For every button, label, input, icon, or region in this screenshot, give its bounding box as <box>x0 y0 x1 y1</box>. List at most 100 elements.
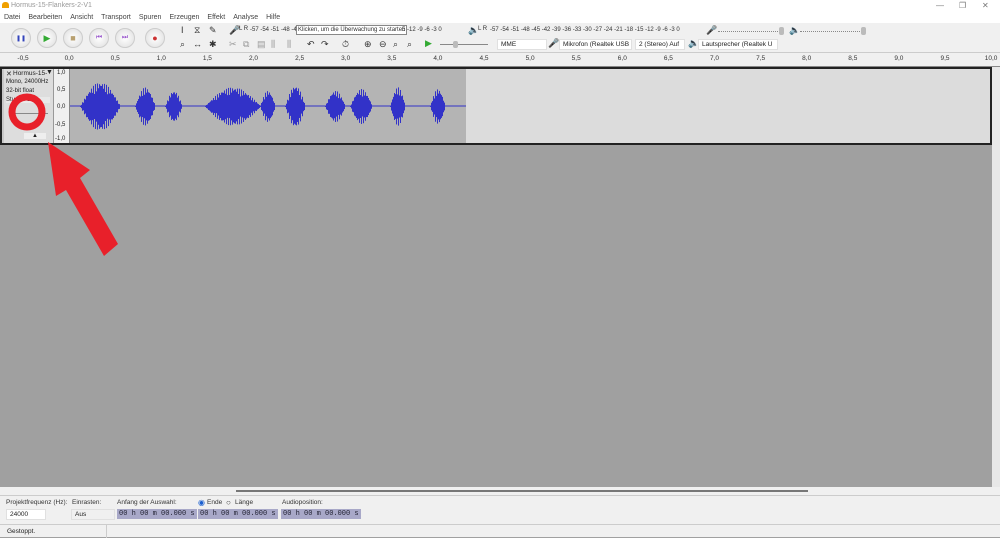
paste-icon[interactable]: ▤ <box>257 39 266 50</box>
menu-ansicht[interactable]: Ansicht <box>70 14 93 21</box>
waveform-sample <box>85 99 86 114</box>
play-speed-slider[interactable] <box>440 44 488 45</box>
draw-tool-icon[interactable]: ✎ <box>209 25 217 36</box>
waveform-sample <box>365 92 366 121</box>
waveform-sample <box>151 97 152 116</box>
waveform-sample <box>167 100 168 113</box>
waveform-sample <box>355 96 356 117</box>
stop-button[interactable]: ■ <box>63 28 83 48</box>
waveform-sample <box>84 98 85 115</box>
menu-erzeugen[interactable]: Erzeugen <box>169 14 199 21</box>
maximize-button[interactable]: ❐ <box>959 1 966 10</box>
zoom-tool-icon[interactable]: ⌕ <box>180 39 185 50</box>
waveform-sample <box>263 97 264 116</box>
horizontal-scrollbar[interactable] <box>0 487 1000 495</box>
play-button[interactable]: ▶ <box>37 28 57 48</box>
playback-volume-slider[interactable] <box>800 31 866 32</box>
record-volume-thumb[interactable] <box>779 27 784 35</box>
waveform-sample <box>437 89 438 124</box>
ruler-tick-label: 7,0 <box>709 55 720 62</box>
skip-end-button[interactable]: ⏭ <box>115 28 135 48</box>
selection-tool-icon[interactable]: I <box>181 25 184 35</box>
redo-icon[interactable]: ↷ <box>321 39 329 50</box>
menu-spuren[interactable]: Spuren <box>139 14 162 21</box>
horizontal-scroll-thumb[interactable] <box>236 490 808 492</box>
menu-hilfe[interactable]: Hilfe <box>266 14 280 21</box>
pause-button[interactable]: ❚❚ <box>11 28 31 48</box>
recording-device-select[interactable]: Mikrofon (Realtek USB , <box>559 39 632 50</box>
waveform-sample <box>261 102 262 111</box>
zoom-out-icon[interactable]: ⊖ <box>379 39 387 50</box>
play-speed-thumb[interactable] <box>453 41 458 48</box>
snap-select[interactable]: Aus <box>71 509 115 520</box>
play-meter-scale[interactable]: -57 -54 -51 -48 -45 -42 -39 -36 -33 -30 … <box>490 27 680 33</box>
menu-datei[interactable]: Datei <box>4 14 20 21</box>
sync-lock-icon[interactable]: ⏱ <box>342 39 349 50</box>
waveform-sample <box>326 103 327 110</box>
menu-bearbeiten[interactable]: Bearbeiten <box>28 14 62 21</box>
multi-tool-icon[interactable]: ✱ <box>209 39 217 50</box>
track-name-menu[interactable]: Hormus-15- <box>13 70 47 77</box>
waveform-sample <box>138 99 139 114</box>
waveform-sample <box>352 101 353 112</box>
envelope-tool-icon[interactable]: ⧖ <box>194 25 200 36</box>
channels-select[interactable]: 2 (Stereo) Auf <box>635 39 685 50</box>
playback-device-select[interactable]: Lautsprecher (Realtek U <box>698 39 778 50</box>
ruler-tick-label: 5,0 <box>525 55 535 62</box>
audio-clip[interactable] <box>70 69 466 143</box>
waveform-sample <box>139 95 140 118</box>
fit-project-icon[interactable]: ⌕ <box>407 39 412 50</box>
menu-transport[interactable]: Transport <box>101 14 131 21</box>
waveform-sample <box>442 96 443 117</box>
waveform-sample <box>221 92 222 121</box>
waveform-sample <box>166 104 167 109</box>
status-bar: Gestoppt. <box>0 524 1000 538</box>
waveform-sample <box>117 100 118 113</box>
record-button[interactable]: ● <box>145 28 165 48</box>
trim-icon[interactable]: ✂ <box>229 39 237 50</box>
selection-start-field[interactable]: 00 h 00 m 00.000 s <box>117 509 197 519</box>
skip-start-button[interactable]: ⏮ <box>89 28 109 48</box>
waveform-sample <box>396 88 397 125</box>
fit-selection-icon[interactable]: ⌕ <box>393 39 398 50</box>
waveform-sample <box>93 85 94 128</box>
trim-audio-icon[interactable]: ⫼ <box>287 39 291 50</box>
mute-solo-buttons[interactable]: Stumm Solo <box>6 97 50 103</box>
menu-effekt[interactable]: Effekt <box>207 14 225 21</box>
track-empty-area[interactable] <box>466 69 990 143</box>
waveform-sample <box>146 92 147 121</box>
annotation-arrow <box>48 142 118 256</box>
project-rate-select[interactable]: 24000 <box>6 509 46 520</box>
minimize-button[interactable]: — <box>936 1 944 10</box>
vertical-scrollbar[interactable] <box>992 67 1000 487</box>
timeshift-tool-icon[interactable]: ↔ <box>193 39 202 49</box>
collapse-track-button[interactable]: ▲ <box>24 133 46 139</box>
waveform-sample <box>338 98 339 115</box>
copy-icon[interactable]: ⧉ <box>243 39 249 50</box>
track-menu-arrow-icon[interactable]: ▼ <box>46 69 53 76</box>
amp-label: -0,5 <box>55 122 66 128</box>
waveform-sample <box>165 106 166 107</box>
audio-host-select[interactable]: MME <box>497 39 547 50</box>
zoom-in-icon[interactable]: ⊕ <box>364 39 372 50</box>
playback-volume-thumb[interactable] <box>861 27 866 35</box>
gain-slider[interactable] <box>10 113 48 114</box>
silence-icon[interactable]: ⫼ <box>271 39 275 50</box>
waveform-sample <box>357 92 358 121</box>
timeline-ruler[interactable]: -0,5 0,0 0,5 1,0 1,5 2,0 2,5 3,0 3,5 4,0 4,5 5,0 5,5… <box>0 53 1000 67</box>
length-radio[interactable]: ○ <box>226 498 231 507</box>
selection-end-field[interactable]: 00 h 00 m 00.000 s <box>198 509 278 519</box>
record-meter-scale[interactable]: -57 -54 -51 -48 -4 <box>250 27 297 33</box>
track-close-icon[interactable]: ✕ <box>6 70 12 78</box>
monitor-hint[interactable]: Klicken, um die Überwachung zu starten <box>296 25 408 35</box>
undo-icon[interactable]: ↶ <box>307 39 315 50</box>
audio-position-field[interactable]: 00 h 00 m 00.000 s <box>281 509 361 519</box>
close-button[interactable]: ✕ <box>982 1 989 10</box>
waveform-sample <box>271 96 272 117</box>
record-volume-slider[interactable] <box>718 31 784 32</box>
menu-analyse[interactable]: Analyse <box>233 14 258 21</box>
waveform-sample <box>269 92 270 121</box>
end-radio[interactable]: ◉ <box>198 498 205 507</box>
waveform-sample <box>393 96 394 117</box>
play-at-speed-icon[interactable]: ▶ <box>425 38 432 49</box>
